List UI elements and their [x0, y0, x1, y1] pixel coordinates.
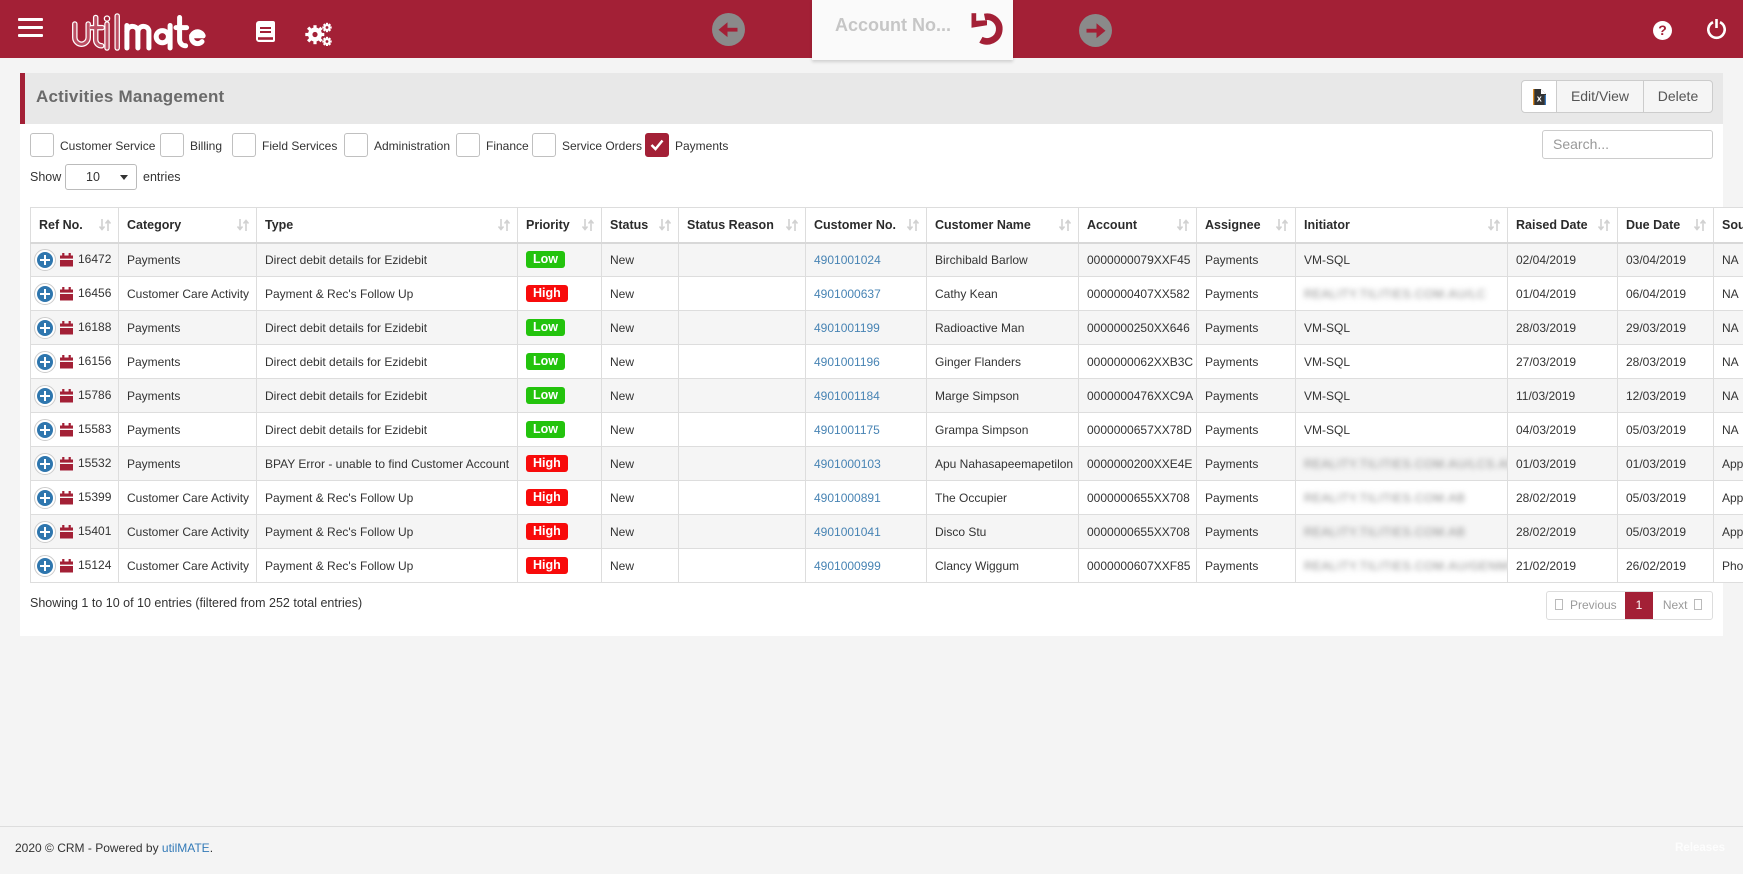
svg-text:x: x [1536, 94, 1541, 104]
